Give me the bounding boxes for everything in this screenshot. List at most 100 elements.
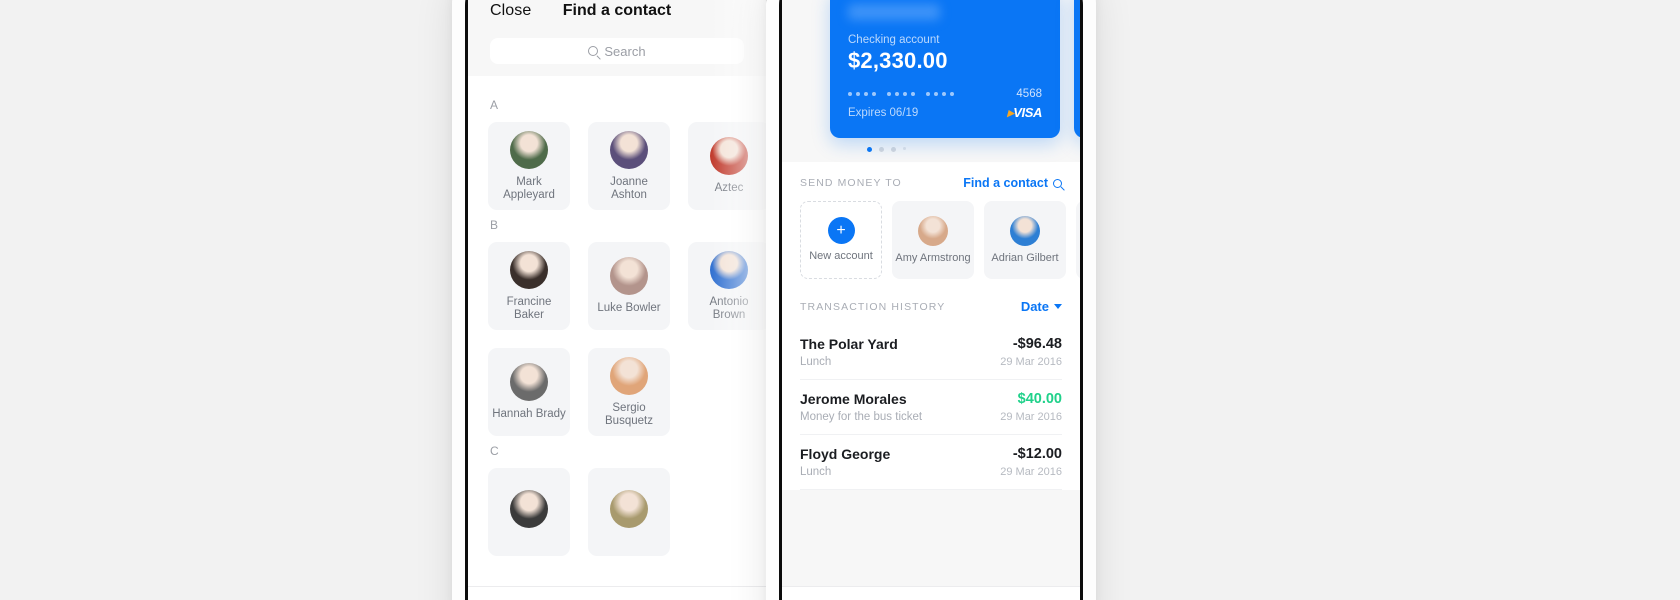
transaction-details: The Polar Yard Lunch: [800, 336, 1000, 368]
carousel-pager[interactable]: [782, 138, 1080, 162]
contact-name: Francine Baker: [506, 295, 552, 321]
phone-left-screen: 9:41 AM Close Find a contact Search AMar…: [468, 0, 766, 600]
transaction-history-caption: TRANSACTION HISTORY: [800, 300, 946, 313]
transaction-subtitle: Lunch: [800, 356, 832, 368]
search-input[interactable]: Search: [490, 38, 744, 64]
transaction-list[interactable]: The Polar Yard Lunch -$96.48 29 Mar 2016 Jer…: [800, 325, 1062, 490]
transaction-subtitle: Money for the bus ticket: [800, 411, 923, 423]
new-account-button[interactable]: + New account: [800, 201, 882, 279]
chevron-down-icon: [1054, 304, 1062, 309]
screenshot-stage: 9:41 AM Close Find a contact Search AMar…: [0, 0, 1680, 600]
phone-right: Checking account $2,330.00 4568 Expires 06/…: [766, 0, 1096, 600]
contact-card[interactable]: Sergio Busquetz: [588, 348, 670, 436]
visa-logo: ▸VISA: [1007, 105, 1042, 120]
tab-bar[interactable]: [782, 586, 1080, 600]
recipient-card[interactable]: Adrian Gilbert: [984, 201, 1066, 279]
transaction-details: Jerome Morales Money for the bus ticket: [800, 391, 1000, 423]
transaction-date: 29 Mar 2016: [1000, 356, 1062, 368]
contact-card[interactable]: Antonio Brown: [688, 242, 766, 330]
contact-card[interactable]: [588, 468, 670, 556]
avatar: [1010, 215, 1040, 246]
search-icon: [588, 46, 599, 56]
contact-name: Hannah Brady: [492, 408, 566, 420]
search-placeholder: Search: [604, 43, 646, 59]
avatar: [918, 215, 948, 246]
find-a-contact-label: Find a contact: [963, 176, 1048, 190]
contact-list[interactable]: A Mark Appleyard Joanne Ashton Aztec B Franci…: [468, 76, 766, 600]
find-a-contact-link[interactable]: Find a contact: [963, 176, 1062, 190]
contact-card[interactable]: Aztec: [688, 122, 766, 210]
card-number-row: 4568: [848, 88, 1042, 100]
contact-name: Mark Appleyard: [503, 175, 555, 201]
send-money-recipients[interactable]: + New account Amy Armstrong Adrian Gilbert C…: [800, 201, 1080, 279]
search-icon: [1053, 178, 1062, 188]
avatar: [610, 356, 648, 395]
transaction-row[interactable]: Jerome Morales Money for the bus ticket $4…: [800, 380, 1062, 435]
card-footer: Expires 06/19 ▸VISA: [848, 105, 1042, 121]
phone-right-screen: Checking account $2,330.00 4568 Expires 06/…: [782, 0, 1080, 600]
transaction-date: 29 Mar 2016: [1000, 466, 1062, 478]
transaction-amount: $40.00: [1017, 391, 1062, 407]
contact-grid: Mark Appleyard Joanne Ashton Aztec: [488, 122, 766, 210]
account-balance: $2,330.00: [848, 48, 948, 73]
transaction-subtitle: Lunch: [800, 466, 832, 478]
bank-card[interactable]: Checking account $2,330.00 4568 Expires 06/…: [830, 0, 1060, 138]
card-last-four: 4568: [1016, 88, 1042, 100]
account-type-label: Checking account: [848, 34, 940, 46]
transaction-title: Jerome Morales: [800, 391, 907, 407]
contact-name: Luke Bowler: [597, 302, 661, 314]
bank-card[interactable]: Checking account$2,330.004568Expires 06/…: [1074, 0, 1080, 138]
send-money-caption: SEND MONEY TO: [800, 177, 902, 189]
plus-icon: +: [827, 217, 855, 245]
avatar: [510, 489, 548, 528]
pager-dot[interactable]: [878, 147, 884, 152]
avatar: [710, 250, 748, 289]
contact-name: Sergio Busquetz: [605, 401, 653, 427]
contact-card[interactable]: Mark Appleyard: [488, 122, 570, 210]
pager-dot[interactable]: [902, 147, 906, 150]
transaction-details: Floyd George Lunch: [800, 446, 1000, 478]
search-bar-container: Search: [468, 34, 766, 76]
transaction-row[interactable]: The Polar Yard Lunch -$96.48 29 Mar 2016: [800, 325, 1062, 380]
recipient-card[interactable]: Amy Armstrong: [892, 201, 974, 279]
recipient-card[interactable]: Craig Holt: [1076, 201, 1080, 279]
pager-dot[interactable]: [890, 147, 896, 152]
sort-label: Date: [1020, 299, 1049, 314]
transaction-history-header: TRANSACTION HISTORY Date: [800, 299, 1062, 314]
transaction-meta: -$96.48 29 Mar 2016: [1000, 336, 1062, 368]
transaction-row[interactable]: Floyd George Lunch -$12.00 29 Mar 2016: [800, 435, 1062, 490]
avatar: [610, 257, 648, 295]
page-title: Find a contact: [562, 2, 672, 19]
section-letter: C: [490, 444, 499, 458]
recipient-name: Adrian Gilbert: [991, 251, 1059, 264]
avatar: [610, 130, 648, 169]
avatar: [710, 137, 748, 175]
bank-card-carousel[interactable]: Checking account $2,330.00 4568 Expires 06/…: [782, 0, 1080, 138]
contact-name: Joanne Ashton: [610, 175, 648, 201]
contact-card[interactable]: Luke Bowler: [588, 242, 670, 330]
avatar: [510, 250, 548, 289]
contact-card[interactable]: Joanne Ashton: [588, 122, 670, 210]
phone-left: 9:41 AM Close Find a contact Search AMar…: [452, 0, 782, 600]
pager-dot[interactable]: [866, 147, 872, 152]
sort-by-date-button[interactable]: Date: [1021, 299, 1062, 314]
contact-card[interactable]: Hannah Brady: [488, 348, 570, 436]
transaction-title: The Polar Yard: [800, 336, 898, 352]
transaction-meta: $40.00 29 Mar 2016: [1000, 391, 1062, 423]
avatar: [510, 363, 548, 401]
contact-card[interactable]: Francine Baker: [488, 242, 570, 330]
nav-bar: Close Find a contact: [468, 0, 766, 34]
section-letter: B: [490, 218, 499, 232]
card-expiry: Expires 06/19: [848, 107, 919, 119]
transaction-title: Floyd George: [800, 446, 891, 462]
masked-card-number: [848, 92, 1016, 96]
contact-grid: [488, 468, 746, 556]
contact-grid: Francine Baker Luke Bowler Antonio Brown Ha…: [488, 242, 766, 436]
new-account-label: New account: [809, 250, 873, 263]
contact-name: Antonio Brown: [709, 295, 749, 321]
avatar: [510, 130, 548, 169]
tab-bar[interactable]: [468, 586, 766, 600]
transaction-amount: -$12.00: [1012, 446, 1062, 462]
contact-card[interactable]: [488, 468, 570, 556]
contact-name: Aztec: [714, 182, 744, 194]
